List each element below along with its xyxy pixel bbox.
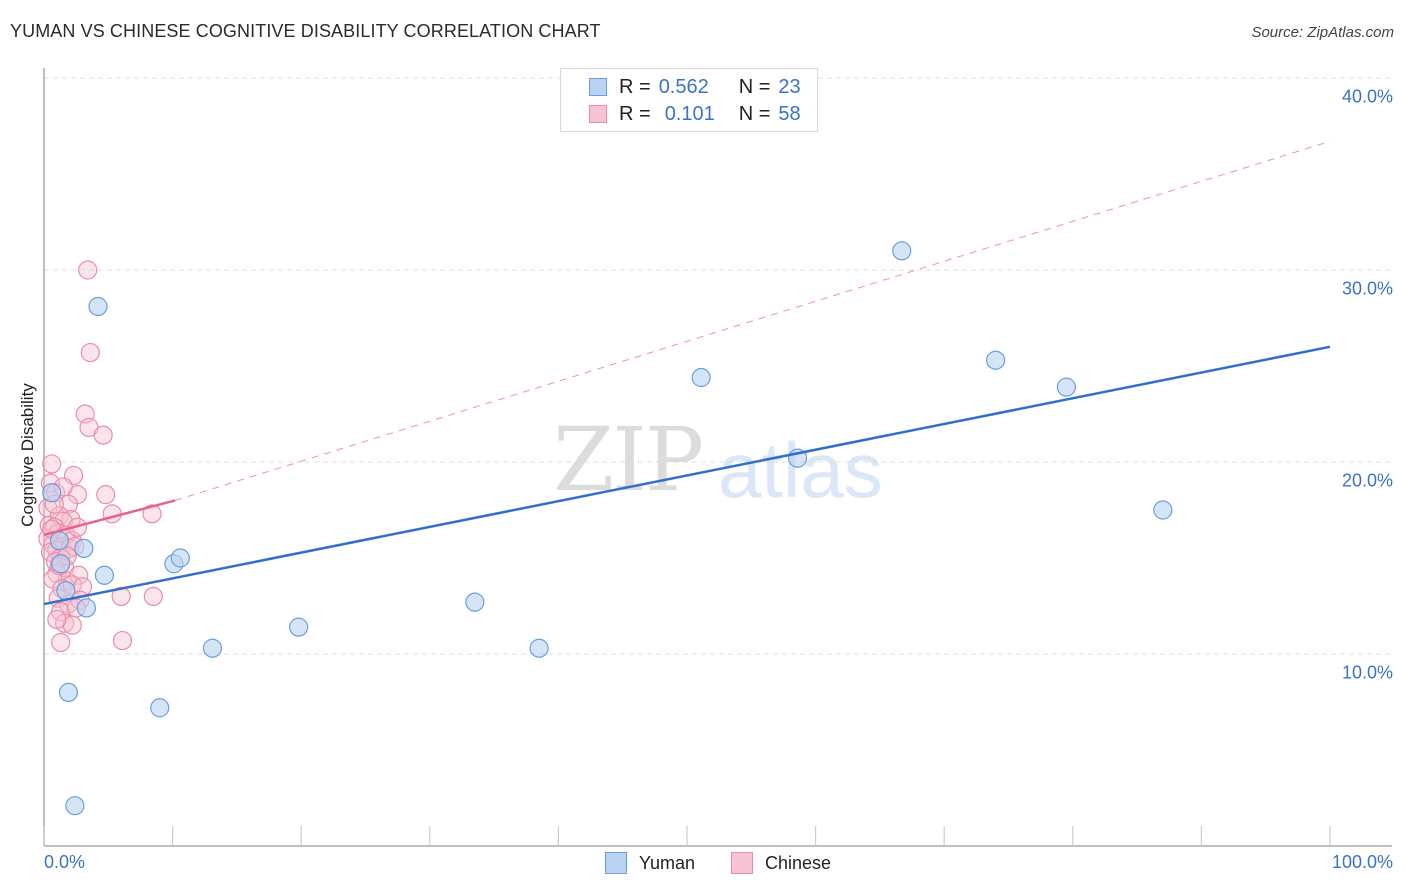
- scatter-plot: [38, 68, 1392, 847]
- data-points: [38, 241, 1173, 816]
- y-tick-label: 20.0%: [1341, 470, 1393, 491]
- yuman-point: [170, 548, 190, 568]
- yuman-point: [892, 241, 912, 261]
- chinese-swatch-icon: [589, 105, 607, 123]
- n-label: N =: [738, 75, 771, 98]
- chinese-trend-line-extended: [175, 140, 1331, 501]
- yuman-point: [49, 531, 70, 551]
- yuman-point: [289, 617, 309, 637]
- yuman-point: [465, 592, 485, 612]
- yuman-point: [529, 638, 549, 658]
- yuman-point: [986, 350, 1006, 370]
- bottom-legend-yuman: Yuman: [605, 852, 695, 874]
- yuman-point: [51, 554, 71, 574]
- chinese-point: [51, 632, 71, 653]
- bottom-legend-label: Chinese: [765, 852, 832, 873]
- r-value: 0.101: [664, 102, 715, 125]
- yuman-swatch-icon: [589, 78, 607, 96]
- bottom-legend-chinese: Chinese: [731, 852, 831, 874]
- yuman-point: [58, 682, 79, 703]
- chinese-swatch-icon: [731, 852, 753, 874]
- yuman-point: [202, 638, 223, 658]
- yuman-point: [76, 598, 97, 618]
- x-tick-label-min: 0.0%: [44, 852, 86, 872]
- chinese-point: [42, 454, 62, 474]
- yuman-point: [88, 296, 108, 317]
- r-value: 0.562: [658, 75, 709, 98]
- axes: [43, 68, 1392, 847]
- y-tick-label: 40.0%: [1341, 86, 1393, 107]
- y-axis-label: Cognitive Disability: [18, 383, 37, 527]
- n-label: N =: [738, 102, 771, 125]
- trend-lines: [43, 140, 1331, 606]
- chinese-point: [93, 425, 113, 445]
- yuman-point: [94, 565, 115, 585]
- legend-row-chinese: R = 0.101 N = 58: [561, 101, 801, 127]
- chinese-point: [102, 504, 122, 524]
- yuman-trend-line: [43, 345, 1331, 606]
- chinese-point: [78, 260, 98, 280]
- stats-legend: R = 0.562 N = 23 R = 0.101 N = 58: [560, 68, 818, 132]
- x-tick-label-max: 100.0%: [1331, 852, 1393, 872]
- yuman-point: [150, 698, 170, 718]
- r-label: R =: [619, 102, 651, 125]
- chinese-point: [143, 586, 163, 607]
- yuman-point: [65, 796, 85, 816]
- yuman-point: [42, 483, 62, 503]
- chinese-point: [112, 630, 133, 651]
- yuman-swatch-icon: [605, 852, 627, 874]
- yuman-point: [1056, 377, 1076, 397]
- chinese-point: [80, 342, 100, 363]
- n-value: 58: [778, 102, 801, 125]
- yuman-point: [74, 538, 94, 559]
- bottom-legend-label: Yuman: [639, 852, 696, 873]
- n-value: 23: [778, 75, 801, 98]
- yuman-point: [1153, 500, 1173, 520]
- gridlines: [44, 77, 1392, 655]
- y-tick-label: 30.0%: [1341, 278, 1393, 299]
- legend-row-yuman: R = 0.562 N = 23: [561, 74, 801, 100]
- chinese-point: [47, 609, 67, 630]
- y-tick-label: 10.0%: [1341, 662, 1393, 683]
- r-label: R =: [619, 75, 651, 98]
- chinese-point: [96, 485, 116, 505]
- yuman-point: [56, 581, 76, 601]
- yuman-point: [691, 367, 711, 388]
